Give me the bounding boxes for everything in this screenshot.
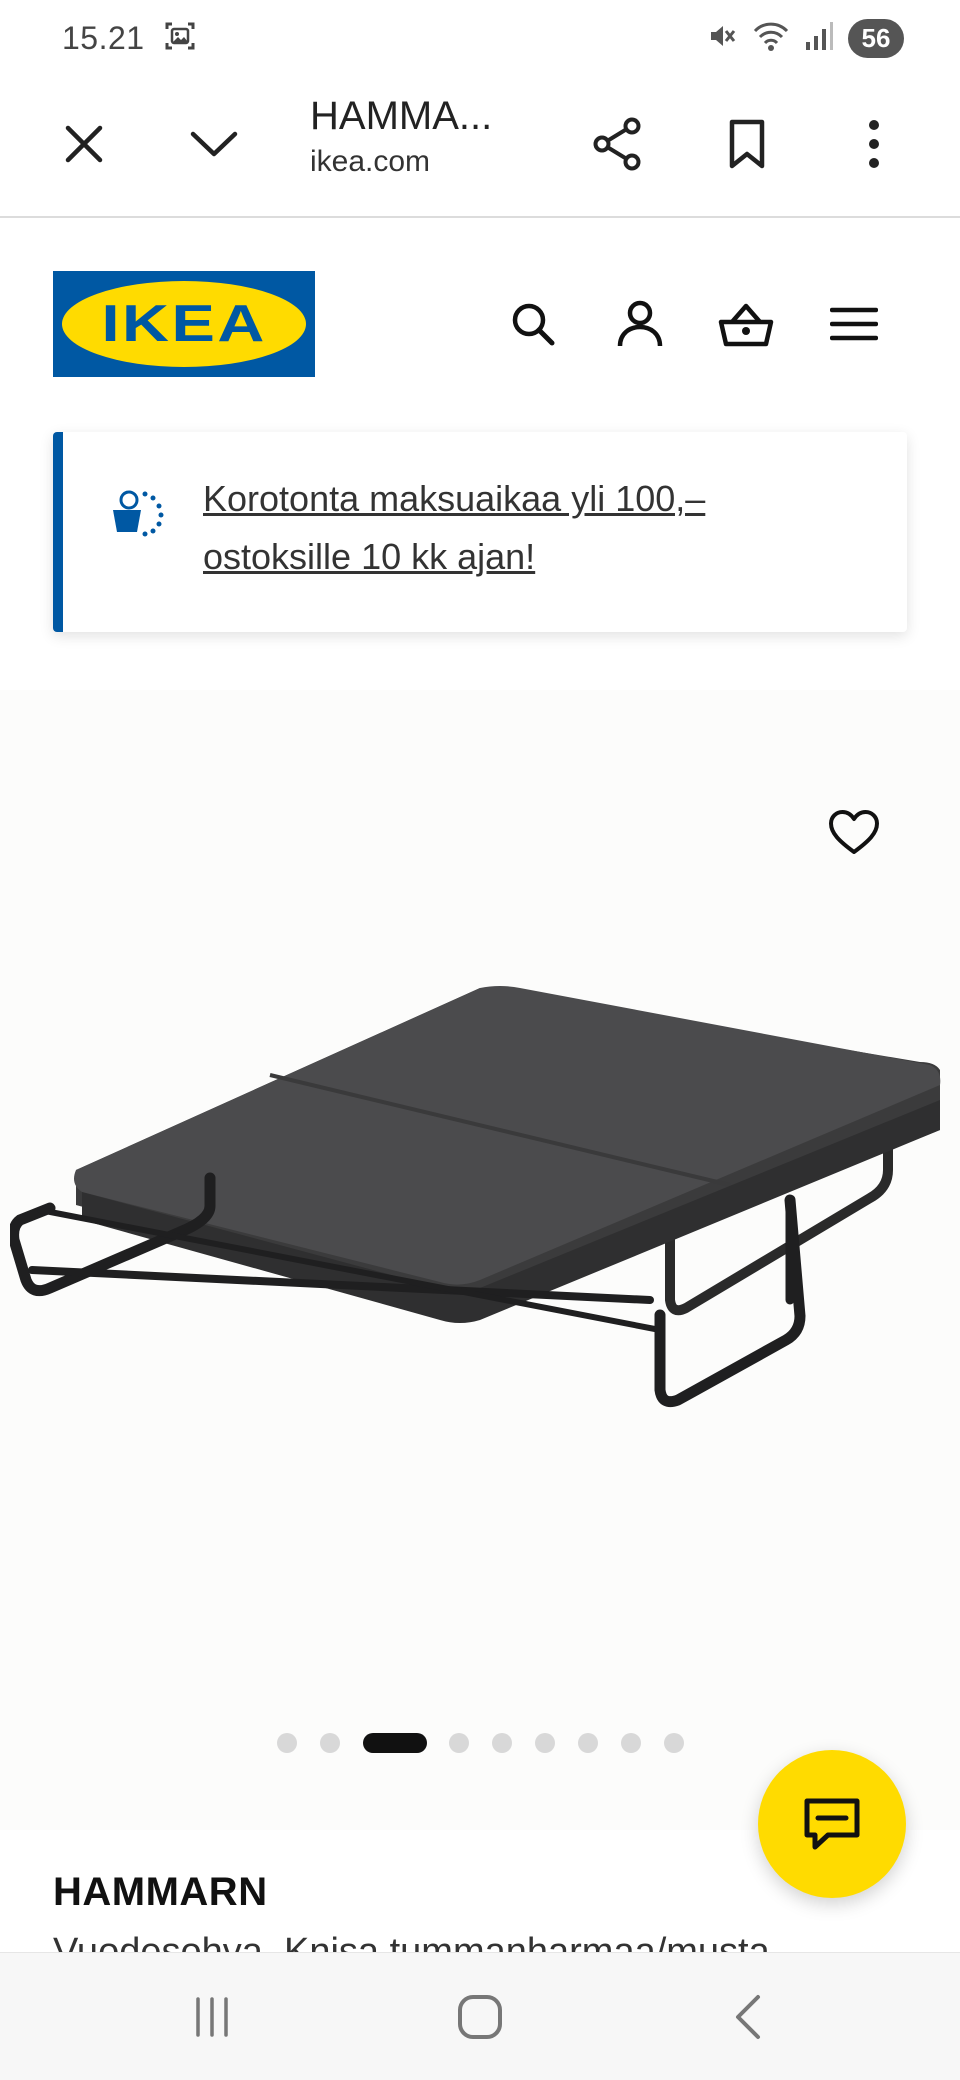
- chevron-down-icon: [190, 131, 238, 157]
- add-to-favourites-button[interactable]: [818, 796, 890, 868]
- back-button[interactable]: [712, 1987, 784, 2047]
- pagination-dot-active[interactable]: [363, 1733, 427, 1753]
- search-icon: [512, 303, 555, 346]
- wifi-icon: [752, 20, 790, 57]
- chat-button[interactable]: [758, 1750, 906, 1898]
- home-icon: [458, 1995, 502, 2039]
- product-name: HAMMARN: [53, 1870, 268, 1914]
- home-button[interactable]: [444, 1987, 516, 2047]
- browser-toolbar: HAMMA... ikea.com: [0, 76, 960, 218]
- status-bar: 15.21 56: [0, 0, 960, 76]
- bookmark-icon: [729, 119, 765, 169]
- back-arrow-icon: [736, 1995, 760, 2039]
- product-description: Vuodesohva, Knisa tummanharmaa/musta: [53, 1931, 770, 1952]
- page-title: HAMMA...: [310, 94, 493, 138]
- status-left: 15.21: [62, 19, 197, 58]
- account-button[interactable]: [608, 292, 672, 356]
- product-image-sofa-bed: [8, 970, 950, 1410]
- cart-button[interactable]: [714, 292, 778, 356]
- pagination-dot[interactable]: [320, 1733, 340, 1753]
- pagination-dot[interactable]: [664, 1733, 684, 1753]
- mute-icon: [706, 20, 738, 57]
- pagination-dot[interactable]: [621, 1733, 641, 1753]
- page-url: ikea.com: [310, 145, 431, 178]
- screenshot-icon: [163, 19, 197, 58]
- product-gallery[interactable]: [0, 690, 960, 1830]
- payment-promo-banner[interactable]: Korotonta maksuaikaa yli 100,– ostoksill…: [53, 432, 907, 632]
- bookmark-button[interactable]: [711, 108, 783, 180]
- site-header: IKEA: [0, 218, 960, 422]
- promo-link-text[interactable]: Korotonta maksuaikaa yli 100,– ostoksill…: [203, 470, 843, 586]
- recent-apps-button[interactable]: [176, 1987, 248, 2047]
- hamburger-menu-icon: [830, 307, 878, 341]
- ikea-logo-oval: IKEA: [62, 281, 306, 367]
- heart-icon: [829, 810, 879, 854]
- close-tab-button[interactable]: [48, 108, 120, 180]
- minimize-tab-button[interactable]: [178, 108, 250, 180]
- user-icon: [617, 300, 663, 347]
- chat-bubble-icon: [804, 1798, 860, 1850]
- status-time: 15.21: [62, 19, 145, 56]
- pagination-dot[interactable]: [578, 1733, 598, 1753]
- search-button[interactable]: [501, 292, 565, 356]
- more-options-button[interactable]: [838, 108, 910, 180]
- pagination-dot[interactable]: [535, 1733, 555, 1753]
- recent-apps-icon: [196, 1997, 228, 2037]
- installment-payment-icon: [109, 484, 167, 542]
- signal-icon: [804, 20, 834, 57]
- share-icon: [593, 117, 641, 171]
- share-button[interactable]: [582, 108, 654, 180]
- pagination-dot[interactable]: [277, 1733, 297, 1753]
- pagination-dot[interactable]: [449, 1733, 469, 1753]
- menu-button[interactable]: [822, 292, 886, 356]
- close-icon: [65, 125, 103, 163]
- system-navigation-bar: [0, 1952, 960, 2080]
- more-vertical-icon: [869, 120, 879, 168]
- ikea-logo[interactable]: IKEA: [53, 271, 315, 377]
- shopping-basket-icon: [718, 303, 774, 347]
- status-right: 56: [706, 18, 904, 58]
- tab-title-block[interactable]: HAMMA... ikea.com: [310, 94, 570, 179]
- pagination-dot[interactable]: [492, 1733, 512, 1753]
- ikea-logo-text: IKEA: [101, 295, 267, 353]
- battery-indicator: 56: [848, 18, 904, 58]
